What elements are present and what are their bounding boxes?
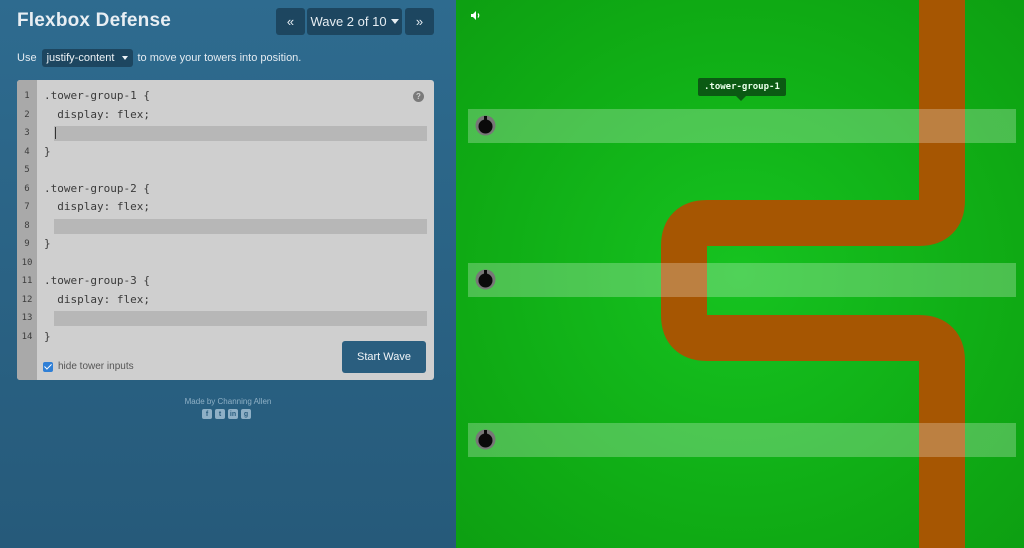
instructions-suffix: to move your towers into position. — [137, 52, 302, 64]
css-editor: 1 2 3 4 5 6 7 8 9 10 11 12 13 14 .tower-… — [17, 80, 434, 380]
code-line: display: flex; — [44, 293, 150, 306]
tower-group-tooltip: .tower-group-1 — [698, 78, 786, 101]
app-title: Flexbox Defense — [17, 10, 171, 31]
line-number: 6 — [24, 184, 30, 194]
instructions: Use justify-content to move your towers … — [17, 49, 301, 67]
tower-group-3-input[interactable] — [54, 311, 427, 326]
property-select[interactable]: justify-content — [41, 49, 133, 67]
line-number: 10 — [21, 258, 33, 268]
twitter-icon[interactable]: t — [215, 409, 225, 419]
property-select-value: justify-content — [46, 52, 115, 64]
code-line: } — [44, 330, 51, 343]
tower-icon — [475, 115, 496, 136]
line-number: 13 — [21, 313, 33, 323]
social-links: f t in g — [202, 409, 251, 419]
help-icon[interactable]: ? — [413, 91, 424, 102]
line-number: 7 — [24, 202, 30, 212]
hide-inputs-row[interactable]: hide tower inputs — [43, 361, 134, 372]
code-line: display: flex; — [44, 200, 150, 213]
tower-group-1-lane — [468, 109, 1016, 143]
caret-down-icon — [121, 56, 128, 61]
code-line: display: flex; — [44, 108, 150, 121]
tower-group-3-lane — [468, 423, 1016, 457]
tower-icon — [475, 429, 496, 450]
code-line: .tower-group-1 { — [44, 89, 150, 102]
line-number: 9 — [24, 239, 30, 249]
line-number: 2 — [24, 110, 30, 120]
credit-text: Made by Channing Allen — [184, 397, 272, 406]
tower-icon — [475, 269, 496, 290]
start-wave-button[interactable]: Start Wave — [342, 341, 426, 373]
tower-group-2-input[interactable] — [54, 219, 427, 234]
code-line: } — [44, 237, 51, 250]
caret-down-icon — [390, 19, 399, 24]
next-wave-button[interactable]: » — [405, 8, 434, 35]
tower-group-1-input[interactable] — [54, 126, 427, 141]
instructions-prefix: Use — [17, 52, 37, 64]
code-line: .tower-group-2 { — [44, 182, 150, 195]
line-number: 4 — [24, 147, 30, 157]
wave-label: Wave 2 of 10 — [310, 14, 387, 29]
tower-group-2-lane — [468, 263, 1016, 297]
control-panel: Flexbox Defense « Wave 2 of 10 » Use jus… — [0, 0, 456, 548]
line-number: 11 — [21, 276, 33, 286]
hide-inputs-label[interactable]: hide tower inputs — [58, 361, 134, 372]
line-number: 8 — [24, 221, 30, 231]
text-cursor — [55, 127, 56, 139]
github-icon[interactable]: g — [241, 409, 251, 419]
code-line: } — [44, 145, 51, 158]
game-board: .tower-group-1 — [456, 0, 1024, 548]
line-number: 5 — [24, 165, 30, 175]
code-line: .tower-group-3 { — [44, 274, 150, 287]
line-number: 14 — [21, 332, 33, 342]
facebook-icon[interactable]: f — [202, 409, 212, 419]
line-number: 3 — [24, 128, 30, 138]
line-number: 12 — [21, 295, 33, 305]
linkedin-icon[interactable]: in — [228, 409, 238, 419]
prev-wave-button[interactable]: « — [276, 8, 305, 35]
wave-selector-button[interactable]: Wave 2 of 10 — [307, 8, 402, 35]
line-number-gutter: 1 2 3 4 5 6 7 8 9 10 11 12 13 14 — [17, 80, 37, 380]
hide-inputs-checkbox[interactable] — [43, 361, 53, 372]
line-number: 1 — [24, 91, 30, 101]
